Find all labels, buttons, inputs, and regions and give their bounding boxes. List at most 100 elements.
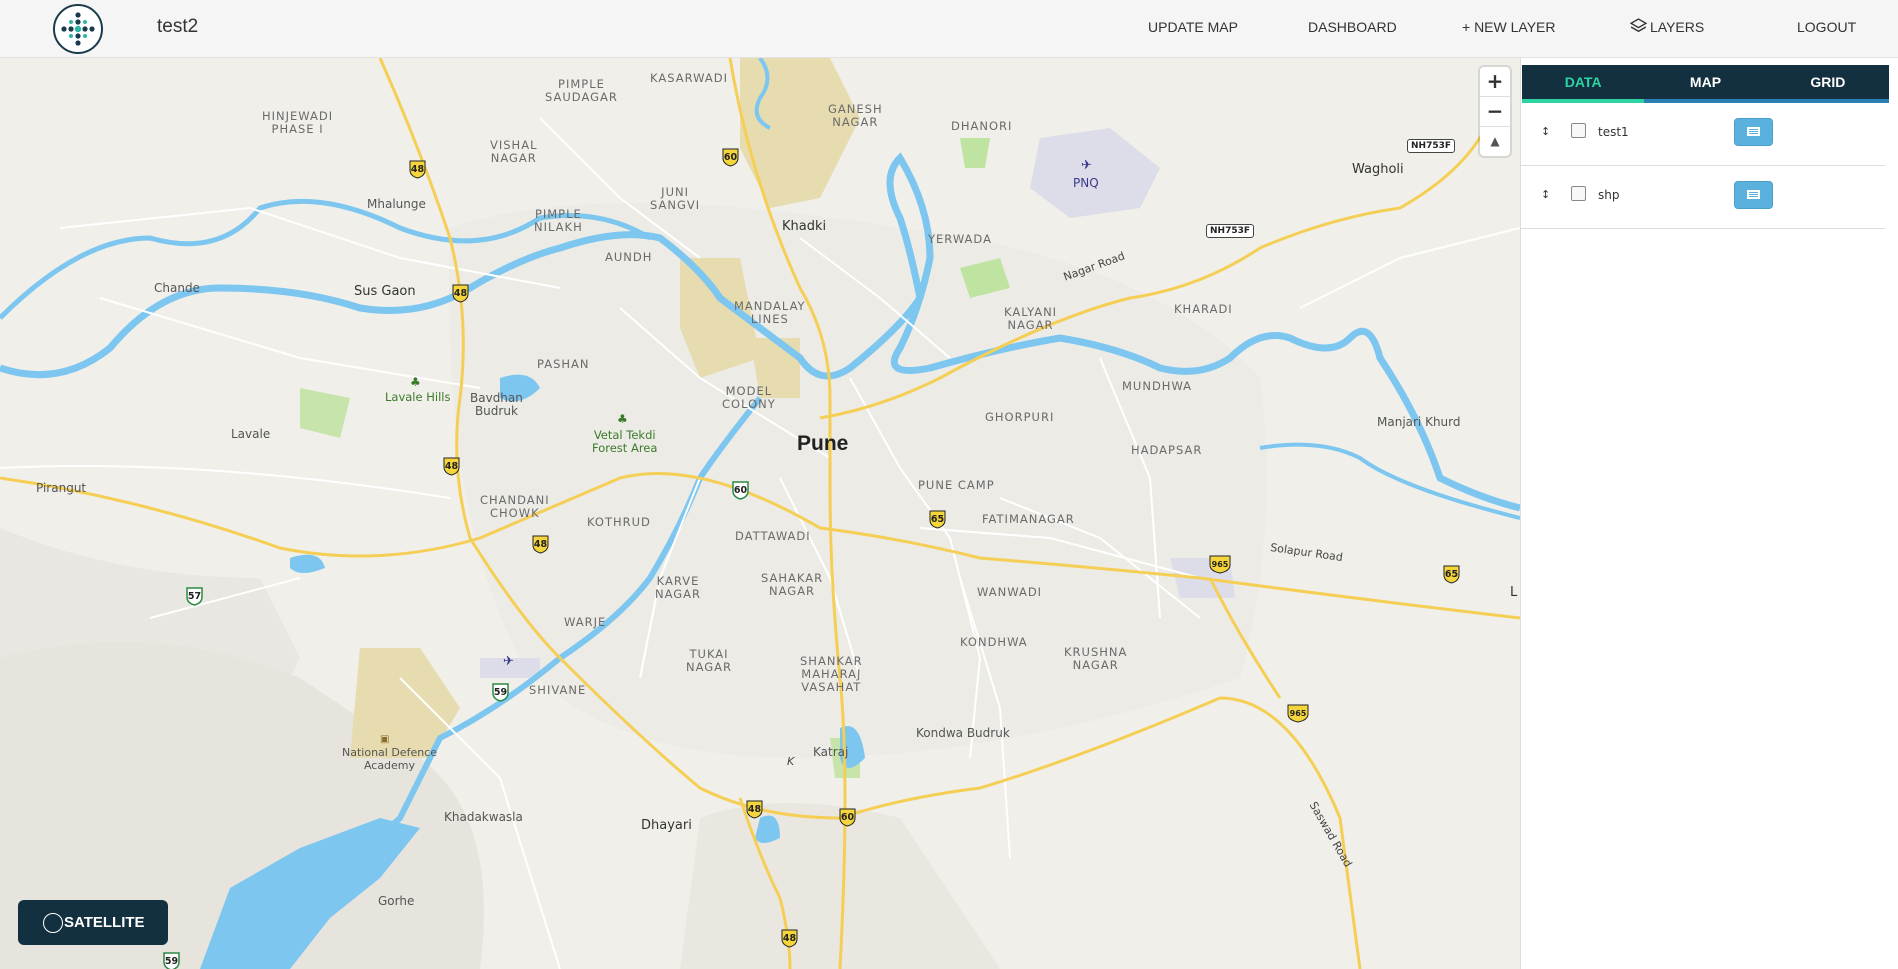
nav-logout[interactable]: LOGOUT [1797, 0, 1856, 58]
map-label-pune-camp: PUNE CAMP [918, 478, 995, 492]
highway-shield: 57 [186, 587, 203, 606]
map-label-katraj: Katraj [813, 745, 849, 759]
school-icon: ▣ [380, 734, 390, 745]
map-basemap [0, 58, 1520, 969]
nav-layers[interactable]: LAYERS [1629, 0, 1705, 58]
highway-shield: 59 [163, 952, 180, 969]
map-label-pimple-saudagar: PIMPLE SAUDAGAR [545, 77, 618, 104]
tree-icon: ♣ [410, 375, 421, 389]
app-logo-icon[interactable] [53, 4, 103, 54]
app-title: test2 [157, 16, 199, 37]
map-label-manjari: Manjari Khurd [1377, 415, 1461, 429]
map-label-vetal-tekdi: Vetal Tekdi Forest Area [592, 428, 658, 455]
map-label-wanwadi: WANWADI [977, 585, 1043, 599]
tab-data[interactable]: DATA [1522, 65, 1645, 103]
map-label-lavale: Lavale [231, 427, 271, 441]
map-label-hadapsar: HADAPSAR [1131, 443, 1203, 457]
layers-icon [1629, 18, 1648, 33]
map-label-dattawadi: DATTAWADI [735, 529, 811, 543]
highway-shield: 59 [492, 683, 509, 702]
map-label-pnq: PNQ [1073, 176, 1099, 190]
zoom-in-button[interactable]: + [1480, 67, 1510, 97]
map-label-khadakwasla: Khadakwasla [444, 810, 523, 824]
table-icon [1747, 190, 1760, 199]
airport-icon: ✈ [503, 654, 514, 669]
highway-shield: 65 [929, 510, 946, 529]
map-label-fatimanagar: FATIMANAGAR [982, 512, 1075, 526]
map-city-label-pune: Pune [797, 432, 849, 455]
map-label-mhalunge: Mhalunge [367, 197, 426, 211]
map-label-sahakar-nagar: SAHAKAR NAGAR [761, 571, 824, 598]
map-label-kondhwa: KONDHWA [960, 635, 1028, 649]
map-label-mundhwa: MUNDHWA [1122, 379, 1193, 393]
map-label-aundh: AUNDH [605, 250, 653, 264]
highway-shield: 60 [732, 481, 749, 500]
map-label-model-colony: MODEL COLONY [722, 384, 776, 411]
highway-shield: 60 [839, 808, 856, 827]
nav-dashboard[interactable]: DASHBOARD [1308, 0, 1397, 58]
highway-shield: 48 [452, 284, 469, 303]
highway-shield: 65 [1443, 565, 1460, 584]
layer-row: ↕ shp [1521, 166, 1885, 229]
nh-badge: NH753F [1407, 139, 1455, 153]
nav-layers-label: LAYERS [1650, 19, 1705, 35]
map-label-kalyani-nagar: KALYANI NAGAR [1004, 305, 1058, 332]
map-label-shivane: SHIVANE [529, 683, 587, 697]
highway-shield: 48 [443, 457, 460, 476]
map-label-kharadi: KHARADI [1174, 302, 1233, 316]
compass-reset-button[interactable]: ▲ [1480, 127, 1510, 156]
map-label-dhayari: Dhayari [641, 818, 692, 833]
map-label-yerwada: YERWADA [928, 232, 992, 246]
map-label-kondwa-budruk: Kondwa Budruk [916, 726, 1010, 740]
layer-table-button[interactable] [1734, 181, 1773, 209]
map-label-vishal-nagar: VISHAL NAGAR [490, 138, 538, 165]
compass-icon: ▲ [1490, 134, 1500, 148]
map-label-nda: National Defence Academy [342, 746, 437, 772]
satellite-icon [43, 913, 63, 933]
map-label-hinjewadi: HINJEWADI PHASE I [262, 109, 334, 136]
map-label-dhanori: DHANORI [951, 119, 1013, 133]
map-label-chandani-chowk: CHANDANI CHOWK [480, 493, 550, 520]
drag-handle-icon[interactable]: ↕ [1541, 125, 1550, 138]
tree-icon: ♣ [617, 412, 628, 426]
map-label-pimple-nilakh: PIMPLE NILAKH [534, 207, 583, 234]
nav-new-layer[interactable]: + NEW LAYER [1462, 0, 1556, 58]
layer-name: shp [1598, 188, 1620, 202]
map-label-karve-nagar: KARVE NAGAR [655, 574, 702, 601]
layer-checkbox[interactable] [1571, 186, 1586, 201]
map-label-warje: WARJE [564, 615, 607, 629]
tab-map[interactable]: MAP [1644, 65, 1767, 103]
map-label-krushna-nagar: KRUSHNA NAGAR [1064, 645, 1128, 672]
satellite-label: SATELLITE [64, 914, 145, 931]
highway-shield: 965 [1209, 555, 1231, 574]
map-label-k: K [787, 755, 795, 768]
zoom-controls: + − ▲ [1480, 67, 1510, 156]
layer-name: test1 [1598, 125, 1629, 139]
map-label-kasarwadi: KASARWADI [650, 71, 728, 85]
map-label-wagholi: Wagholi [1352, 162, 1404, 177]
nh-badge: NH753F [1206, 224, 1254, 238]
nav-update-map[interactable]: UPDATE MAP [1148, 0, 1238, 58]
map-label-pirangut: Pirangut [36, 481, 87, 495]
highway-shield: 48 [532, 535, 549, 554]
satellite-toggle-button[interactable]: SATELLITE [18, 900, 168, 945]
map-label-juni-sangvi: JUNI SANGVI [650, 185, 701, 212]
map-label-chande: Chande [154, 281, 200, 295]
top-bar: test2 UPDATE MAP DASHBOARD + NEW LAYER L… [0, 0, 1898, 58]
tab-grid[interactable]: GRID [1766, 65, 1889, 103]
highway-shield: 48 [409, 160, 426, 179]
drag-handle-icon[interactable]: ↕ [1541, 188, 1550, 201]
map-label-tukai-nagar: TUKAI NAGAR [686, 647, 733, 674]
zoom-out-button[interactable]: − [1480, 97, 1510, 127]
map-label-lavale-hills: Lavale Hills [385, 390, 451, 404]
map-label-kothrud: KOTHRUD [587, 515, 651, 529]
map-label-khadki: Khadki [782, 219, 827, 234]
layer-checkbox[interactable] [1571, 123, 1586, 138]
airport-icon: ✈ [1081, 158, 1092, 173]
layer-table-button[interactable] [1734, 118, 1773, 146]
highway-shield: 60 [722, 148, 739, 167]
map-label-mandalay-lines: MANDALAY LINES [734, 299, 806, 326]
highway-shield: 48 [781, 929, 798, 948]
map-canvas[interactable]: HINJEWADI PHASE I PIMPLE SAUDAGAR KASARWAD… [0, 58, 1520, 969]
map-label-ghorpuri: GHORPURI [985, 410, 1055, 424]
